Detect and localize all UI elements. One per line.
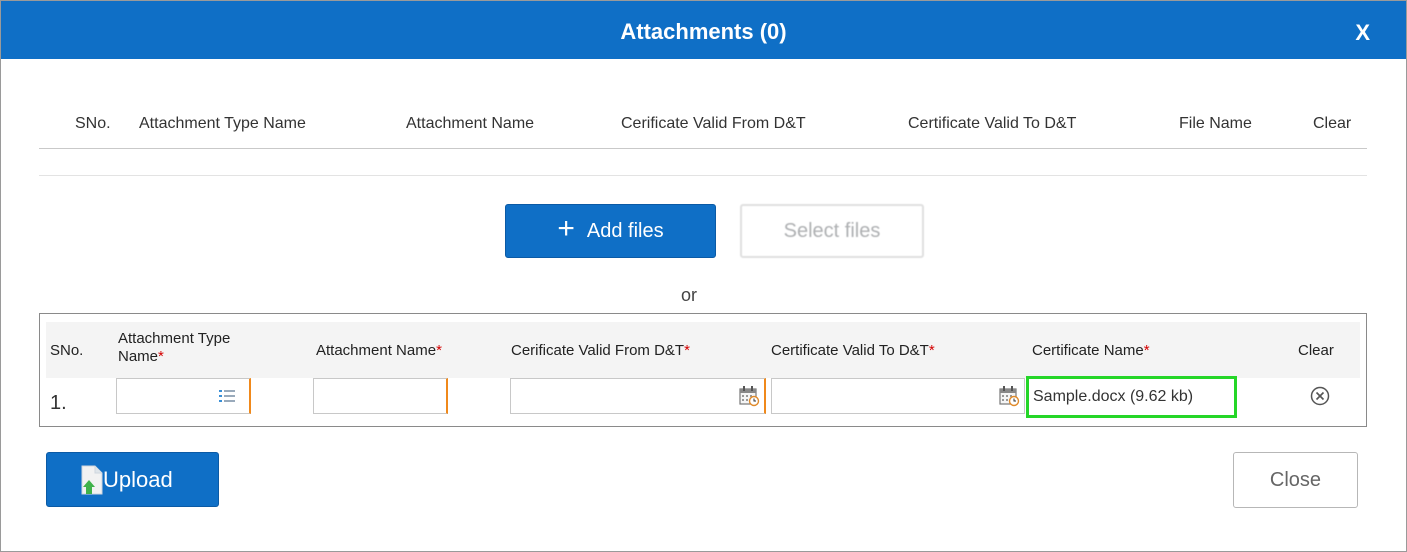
attachment-name-header-text: Attachment Name [316, 342, 437, 359]
required-mark: * [436, 342, 442, 359]
add-files-button[interactable]: + Add files [505, 204, 716, 258]
attachments-table-header: SNo. Attachment Type Name Attachment Nam… [39, 101, 1367, 149]
column-valid-from: Cerificate Valid From D&T [621, 115, 806, 132]
calendar-icon[interactable] [998, 385, 1020, 407]
valid-to-header-text: Certificate Valid To D&T [771, 342, 929, 359]
queue-column-valid-from: Cerificate Valid From D&T* [511, 342, 690, 360]
dialog-titlebar: Attachments (0) X [1, 1, 1406, 59]
column-valid-to: Certificate Valid To D&T [908, 115, 1077, 132]
attachment-type-select[interactable] [116, 378, 251, 414]
list-icon [219, 390, 235, 402]
attachment-name-input[interactable] [313, 378, 448, 414]
column-clear: Clear [1313, 115, 1352, 132]
upload-button[interactable]: Upload [46, 452, 219, 507]
calendar-icon[interactable] [738, 385, 760, 407]
required-mark: * [684, 342, 690, 359]
valid-from-header-text: Cerificate Valid From D&T [511, 342, 685, 359]
column-file-name: File Name [1179, 115, 1252, 132]
add-files-label: Add files [586, 219, 664, 242]
upload-queue-header: SNo. Attachment Type Name* Attachment Na… [46, 322, 1360, 378]
queue-column-attachment-name: Attachment Name* [316, 342, 442, 360]
upload-queue-table: SNo. Attachment Type Name* Attachment Na… [39, 313, 1367, 427]
divider [39, 175, 1367, 176]
queue-column-clear: Clear [1298, 342, 1334, 359]
clear-circle-icon[interactable] [1310, 386, 1330, 406]
upload-label: Upload [103, 466, 173, 492]
plus-icon: + [557, 212, 575, 245]
attachments-dialog: Attachments (0) X SNo. Attachment Type N… [0, 0, 1407, 552]
close-button[interactable]: Close [1233, 452, 1358, 508]
queue-column-valid-to: Certificate Valid To D&T* [771, 342, 935, 360]
queue-column-attachment-type-line2: Name* [118, 348, 230, 366]
dialog-title: Attachments (0) [620, 19, 787, 44]
close-dialog-button[interactable]: X [1355, 20, 1370, 46]
queue-column-sno: SNo. [50, 342, 84, 359]
required-mark: * [158, 348, 164, 365]
valid-from-datetime-input[interactable] [510, 378, 766, 414]
column-attachment-type-name: Attachment Type Name [139, 115, 306, 132]
required-mark: * [1143, 342, 1150, 359]
certificate-name-field[interactable]: Sample.docx (9.62 kb) [1026, 376, 1237, 418]
queue-column-attachment-type: Attachment Type Name* [118, 330, 230, 366]
attachment-type-name-text: Name [118, 348, 159, 365]
certificate-name-header-text: Certificate Name [1032, 342, 1144, 359]
column-attachment-name: Attachment Name [406, 115, 535, 132]
or-separator: or [681, 285, 698, 305]
column-sno: SNo. [75, 115, 111, 132]
select-files-button[interactable]: Select files [740, 204, 924, 258]
document-upload-icon [81, 465, 103, 495]
queue-column-certificate-name: Certificate Name* [1032, 342, 1150, 360]
required-mark: * [928, 342, 935, 359]
queue-column-attachment-type-line1: Attachment Type [118, 330, 231, 347]
row-sno: 1. [50, 392, 67, 414]
valid-to-datetime-input[interactable] [771, 378, 1025, 414]
